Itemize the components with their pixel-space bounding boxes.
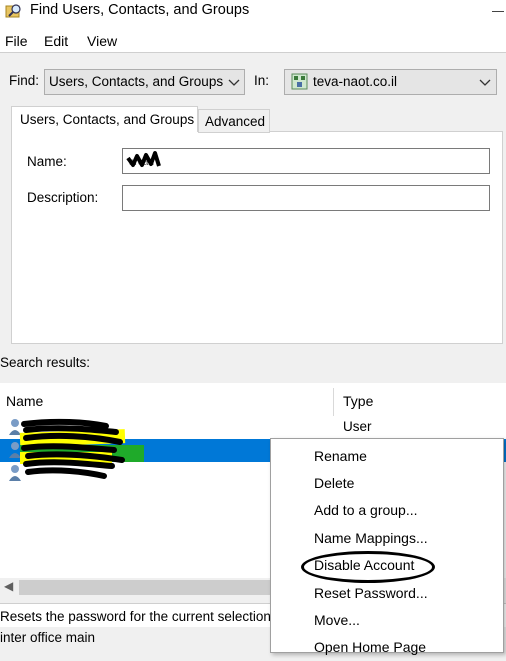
menu-item-add-to-group[interactable]: Add to a group... (271, 497, 503, 524)
menu-item-delete[interactable]: Delete (271, 470, 503, 497)
column-header-name[interactable]: Name (6, 393, 43, 409)
menu-item-open-home-page[interactable]: Open Home Page (271, 634, 503, 661)
user-icon (9, 419, 21, 435)
status-text: Resets the password for the current sele… (0, 609, 271, 624)
context-menu: Rename Delete Add to a group... Name Map… (270, 438, 504, 655)
name-label: Name: (27, 154, 67, 169)
menu-file[interactable]: File (5, 33, 28, 49)
in-domain-value: teva-naot.co.il (313, 74, 398, 89)
domain-icon (291, 73, 308, 90)
row-type: User (343, 419, 372, 434)
table-row[interactable]: User (0, 416, 506, 439)
user-icon (9, 465, 21, 481)
description-label: Description: (27, 190, 99, 205)
tab-advanced[interactable]: Advanced (198, 109, 270, 133)
menu-item-label: Name Mappings... (314, 530, 428, 546)
search-folder-icon (5, 4, 21, 18)
menu-item-rename[interactable]: Rename (271, 443, 503, 470)
find-type-dropdown[interactable]: Users, Contacts, and Groups (44, 69, 245, 95)
status-text-secondary: inter office main (0, 630, 96, 645)
tab-label: Advanced (205, 114, 266, 129)
find-label: Find: (9, 73, 40, 88)
tab-label: Users, Contacts, and Groups (20, 112, 195, 127)
menu-bar: File Edit View (0, 24, 506, 53)
menu-item-label: Delete (314, 475, 355, 491)
window-title: Find Users, Contacts, and Groups (30, 2, 250, 18)
menu-item-reset-password[interactable]: Reset Password... (271, 580, 503, 607)
title-bar: Find Users, Contacts, and Groups (0, 0, 506, 24)
chevron-down-icon (228, 79, 240, 86)
menu-view[interactable]: View (87, 33, 117, 49)
menu-item-label: Open Home Page (314, 639, 427, 655)
menu-item-disable-account[interactable]: Disable Account (271, 552, 503, 579)
description-input[interactable] (122, 185, 490, 211)
menu-item-name-mappings[interactable]: Name Mappings... (271, 525, 503, 552)
in-label: In: (254, 73, 270, 88)
scrollbar-thumb[interactable] (19, 580, 279, 595)
menu-item-label: Disable Account (314, 557, 415, 573)
scroll-left-icon[interactable]: ◀ (4, 579, 13, 593)
name-input[interactable]: arcan (122, 148, 490, 174)
column-header-type[interactable]: Type (343, 393, 373, 409)
search-results-label: Search results: (0, 355, 91, 370)
menu-item-label: Move... (314, 612, 360, 628)
minimize-button[interactable] (492, 11, 504, 12)
column-divider[interactable] (333, 388, 334, 416)
user-icon (9, 442, 21, 458)
in-domain-dropdown[interactable]: teva-naot.co.il (284, 69, 497, 95)
find-type-value: Users, Contacts, and Groups (49, 74, 224, 89)
menu-item-label: Rename (314, 448, 367, 464)
menu-item-label: Reset Password... (314, 585, 428, 601)
menu-item-move[interactable]: Move... (271, 607, 503, 634)
tab-users-contacts-groups[interactable]: Users, Contacts, and Groups (11, 106, 198, 132)
menu-item-label: Add to a group... (314, 502, 418, 518)
chevron-down-icon (479, 79, 491, 86)
menu-edit[interactable]: Edit (44, 33, 68, 49)
